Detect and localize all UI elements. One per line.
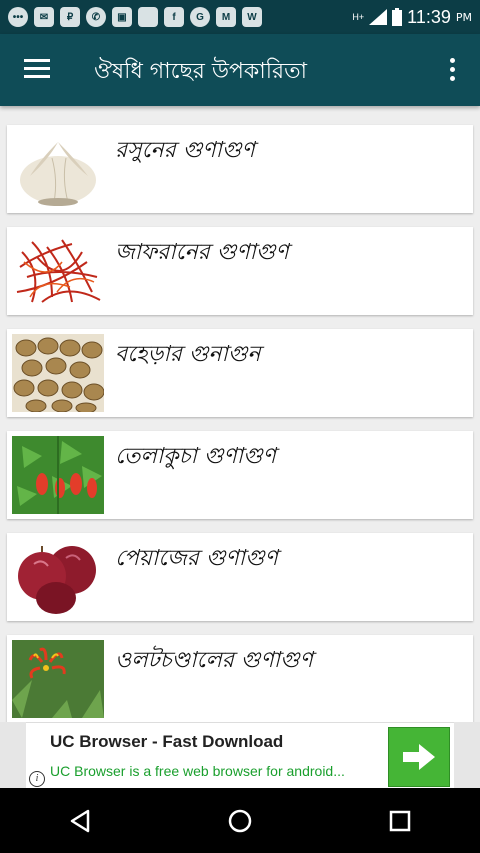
ad-gutter-right [454, 722, 480, 788]
ad-banner[interactable]: UC Browser - Fast Download UC Browser is… [26, 722, 454, 789]
home-icon [228, 809, 252, 832]
item-title: ওলটচণ্ডালের গুণাগুণ [115, 648, 313, 673]
list-item[interactable]: বহেড়ার গুনাগুন [7, 329, 473, 417]
paytm-icon: ₽ [60, 7, 80, 27]
gallery-icon: ▣ [112, 7, 132, 27]
facebook-icon: f [164, 7, 184, 27]
hamburger-menu-icon[interactable] [24, 59, 50, 81]
gloriosa-flower-image [12, 640, 104, 718]
list-item[interactable]: রসুনের গুণাগুণ [7, 125, 473, 213]
item-title: পেয়াজের গুণাগুণ [115, 546, 278, 571]
status-right: H+ 11:39 PM [352, 7, 472, 28]
recents-icon [389, 810, 411, 831]
list-item[interactable]: পেয়াজের গুণাগুণ [7, 533, 473, 621]
saffron-image [12, 232, 104, 310]
system-nav-bar [0, 788, 480, 853]
home-button[interactable] [220, 801, 260, 841]
list-item[interactable]: জাফরানের গুণাগুণ [7, 227, 473, 315]
herb-list: রসুনের গুণাগুণ জাফরানের গুণাগুণ বহেড়ার … [0, 106, 480, 722]
app-bar: ঔষধি গাছের উপকারিতা [0, 34, 480, 106]
item-title: জাফরানের গুণাগুণ [115, 240, 289, 265]
overflow-menu-icon[interactable] [448, 58, 456, 84]
item-title: রসুনের গুণাগুণ [115, 138, 255, 163]
status-bar: ••• ✉ ₽ ✆ ▣ f G M W H+ 11:39 PM [0, 0, 480, 34]
item-title: বহেড়ার গুনাগুন [115, 342, 261, 367]
list-item[interactable]: ওলটচণ্ডালের গুণাগুণ [7, 635, 473, 722]
whatsapp-icon: ✆ [86, 7, 106, 27]
bahera-seeds-image [12, 334, 104, 412]
ad-title[interactable]: UC Browser - Fast Download [50, 732, 283, 752]
recents-button[interactable] [380, 801, 420, 841]
network-type: H+ [352, 12, 365, 22]
telakucha-plant-image [12, 436, 104, 514]
back-button[interactable] [60, 801, 100, 841]
arrow-right-icon [403, 744, 435, 770]
app-title: ঔষধি গাছের উপকারিতা [94, 59, 307, 84]
app-icon: W [242, 7, 262, 27]
list-item[interactable]: তেলাকুচা গুণাগুণ [7, 431, 473, 519]
messaging-icon: ••• [8, 7, 28, 27]
gmail-icon: M [216, 7, 236, 27]
ad-open-button[interactable] [388, 727, 450, 787]
ad-gutter-left [0, 722, 26, 788]
battery-icon [392, 8, 403, 26]
g-icon: G [190, 7, 210, 27]
item-title: তেলাকুচা গুণাগুণ [115, 444, 276, 469]
status-time: 11:39 [407, 6, 451, 27]
notification-icons: ••• ✉ ₽ ✆ ▣ f G M W [8, 7, 262, 27]
onion-image [12, 538, 104, 616]
status-ampm: PM [455, 10, 472, 24]
garlic-image [12, 130, 104, 208]
app-icon [138, 7, 158, 27]
back-icon [70, 809, 90, 832]
signal-icon [369, 9, 388, 25]
ad-description[interactable]: UC Browser is a free web browser for and… [50, 763, 386, 779]
ad-info-icon[interactable]: i [29, 771, 45, 787]
sms-icon: ✉ [34, 7, 54, 27]
